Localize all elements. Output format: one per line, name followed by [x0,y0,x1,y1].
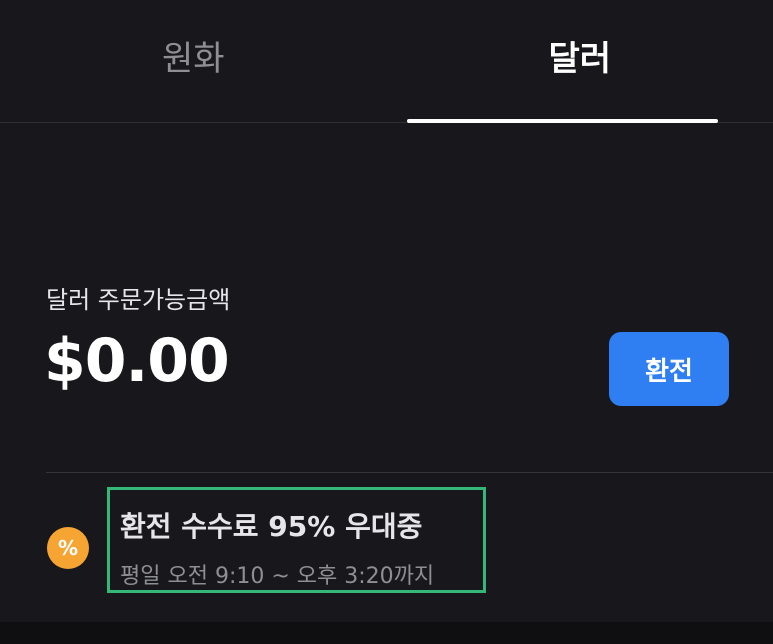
bottom-bar [0,622,773,644]
tab-usd[interactable]: 달러 [387,0,773,123]
exchange-button[interactable]: 환전 [609,332,729,406]
screen: 원화 달러 달러 주문가능금액 $0.00 환전 % 환전 수수료 95% 우대… [0,0,773,644]
tab-krw-label: 원화 [161,38,225,79]
balance-amount: $0.00 [44,326,230,396]
promo-title: 환전 수수료 95% 우대중 [120,510,423,543]
balance-label: 달러 주문가능금액 [46,286,231,314]
divider [46,472,773,473]
active-tab-indicator [406,119,718,123]
percent-icon: % [47,527,89,569]
currency-tabs: 원화 달러 [0,0,773,123]
tab-krw[interactable]: 원화 [0,0,387,122]
tab-usd-label: 달러 [548,38,612,79]
promo-subtitle: 평일 오전 9:10 ~ 오후 3:20까지 [120,564,435,589]
